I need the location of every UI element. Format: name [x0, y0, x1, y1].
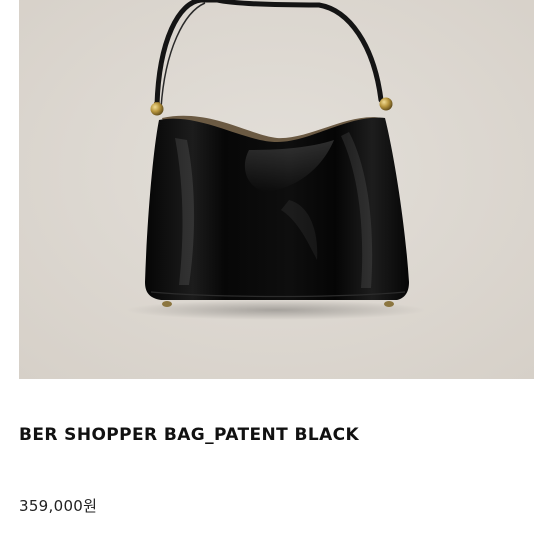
product-name[interactable]: BER SHOPPER BAG_PATENT BLACK: [19, 425, 359, 445]
handbag-photo: [19, 0, 534, 379]
product-price: 359,000원: [19, 497, 98, 515]
product-page: BER SHOPPER BAG_PATENT BLACK 359,000원: [0, 0, 554, 554]
product-image[interactable]: [19, 0, 534, 379]
